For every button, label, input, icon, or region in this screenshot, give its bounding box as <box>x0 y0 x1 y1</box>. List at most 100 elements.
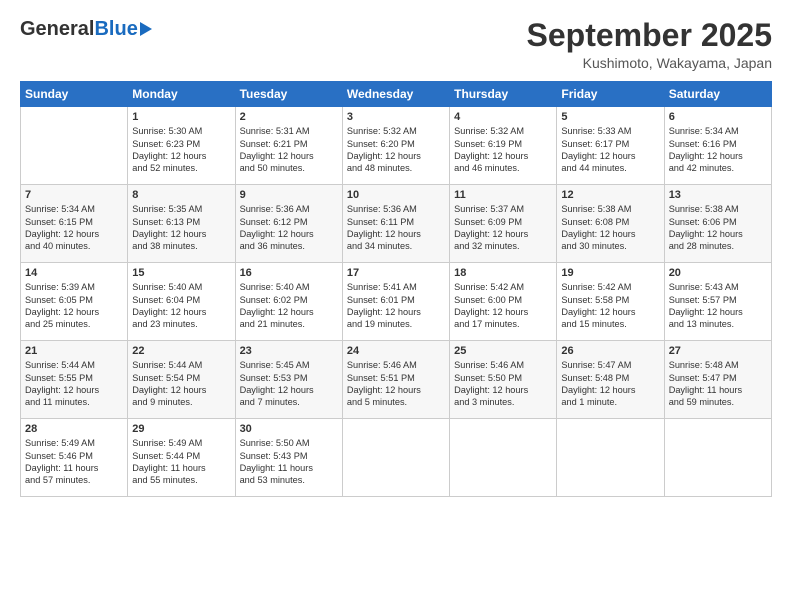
day-number: 13 <box>669 189 767 201</box>
day-info: Sunrise: 5:36 AM Sunset: 6:12 PM Dayligh… <box>240 203 338 253</box>
calendar-cell: 28 Sunrise: 5:49 AM Sunset: 5:46 PM Dayli… <box>21 419 128 497</box>
calendar-cell <box>342 419 449 497</box>
calendar-cell: 16 Sunrise: 5:40 AM Sunset: 6:02 PM Dayli… <box>235 263 342 341</box>
day-info: Sunrise: 5:34 AM Sunset: 6:16 PM Dayligh… <box>669 125 767 175</box>
weekday-header-row: SundayMondayTuesdayWednesdayThursdayFrid… <box>21 82 772 107</box>
day-info: Sunrise: 5:42 AM Sunset: 6:00 PM Dayligh… <box>454 281 552 331</box>
day-info: Sunrise: 5:43 AM Sunset: 5:57 PM Dayligh… <box>669 281 767 331</box>
calendar-table: SundayMondayTuesdayWednesdayThursdayFrid… <box>20 81 772 497</box>
day-number: 19 <box>561 267 659 279</box>
weekday-header-friday: Friday <box>557 82 664 107</box>
day-number: 1 <box>132 111 230 123</box>
calendar-cell: 6 Sunrise: 5:34 AM Sunset: 6:16 PM Daylig… <box>664 107 771 185</box>
calendar-cell: 25 Sunrise: 5:46 AM Sunset: 5:50 PM Dayli… <box>450 341 557 419</box>
weekday-header-saturday: Saturday <box>664 82 771 107</box>
day-number: 18 <box>454 267 552 279</box>
day-number: 22 <box>132 345 230 357</box>
day-number: 20 <box>669 267 767 279</box>
calendar-cell: 12 Sunrise: 5:38 AM Sunset: 6:08 PM Dayli… <box>557 185 664 263</box>
day-info: Sunrise: 5:37 AM Sunset: 6:09 PM Dayligh… <box>454 203 552 253</box>
day-number: 3 <box>347 111 445 123</box>
day-info: Sunrise: 5:42 AM Sunset: 5:58 PM Dayligh… <box>561 281 659 331</box>
calendar-week-row: 21 Sunrise: 5:44 AM Sunset: 5:55 PM Dayli… <box>21 341 772 419</box>
calendar-cell: 26Sunrise: 5:47 AM Sunset: 5:48 PM Dayli… <box>557 341 664 419</box>
calendar-cell: 13 Sunrise: 5:38 AM Sunset: 6:06 PM Dayli… <box>664 185 771 263</box>
calendar-cell <box>450 419 557 497</box>
weekday-header-wednesday: Wednesday <box>342 82 449 107</box>
calendar-title: September 2025 <box>527 18 772 53</box>
day-number: 25 <box>454 345 552 357</box>
day-number: 11 <box>454 189 552 201</box>
day-number: 29 <box>132 423 230 435</box>
day-number: 15 <box>132 267 230 279</box>
calendar-cell: 18 Sunrise: 5:42 AM Sunset: 6:00 PM Dayli… <box>450 263 557 341</box>
day-number: 27 <box>669 345 767 357</box>
day-info: Sunrise: 5:40 AM Sunset: 6:02 PM Dayligh… <box>240 281 338 331</box>
day-number: 4 <box>454 111 552 123</box>
day-info: Sunrise: 5:34 AM Sunset: 6:15 PM Dayligh… <box>25 203 123 253</box>
calendar-cell: 24 Sunrise: 5:46 AM Sunset: 5:51 PM Dayli… <box>342 341 449 419</box>
calendar-cell <box>557 419 664 497</box>
day-info: Sunrise: 5:44 AM Sunset: 5:54 PM Dayligh… <box>132 359 230 409</box>
calendar-cell: 14 Sunrise: 5:39 AM Sunset: 6:05 PM Dayli… <box>21 263 128 341</box>
day-number: 7 <box>25 189 123 201</box>
day-number: 23 <box>240 345 338 357</box>
day-number: 28 <box>25 423 123 435</box>
day-info: Sunrise: 5:41 AM Sunset: 6:01 PM Dayligh… <box>347 281 445 331</box>
day-info: Sunrise: 5:46 AM Sunset: 5:51 PM Dayligh… <box>347 359 445 409</box>
day-number: 2 <box>240 111 338 123</box>
calendar-cell <box>664 419 771 497</box>
logo-arrow-icon <box>140 22 152 36</box>
day-info: Sunrise: 5:38 AM Sunset: 6:08 PM Dayligh… <box>561 203 659 253</box>
day-info: Sunrise: 5:38 AM Sunset: 6:06 PM Dayligh… <box>669 203 767 253</box>
calendar-cell: 30 Sunrise: 5:50 AM Sunset: 5:43 PM Dayli… <box>235 419 342 497</box>
calendar-cell: 19 Sunrise: 5:42 AM Sunset: 5:58 PM Dayli… <box>557 263 664 341</box>
logo-blue-text: Blue <box>94 18 137 41</box>
calendar-cell <box>21 107 128 185</box>
calendar-cell: 21 Sunrise: 5:44 AM Sunset: 5:55 PM Dayli… <box>21 341 128 419</box>
day-info: Sunrise: 5:40 AM Sunset: 6:04 PM Dayligh… <box>132 281 230 331</box>
calendar-cell: 22 Sunrise: 5:44 AM Sunset: 5:54 PM Dayli… <box>128 341 235 419</box>
day-number: 10 <box>347 189 445 201</box>
day-number: 5 <box>561 111 659 123</box>
day-number: 12 <box>561 189 659 201</box>
day-number: 21 <box>25 345 123 357</box>
calendar-cell: 23 Sunrise: 5:45 AM Sunset: 5:53 PM Dayli… <box>235 341 342 419</box>
calendar-cell: 17Sunrise: 5:41 AM Sunset: 6:01 PM Dayli… <box>342 263 449 341</box>
logo-general-text: General <box>20 18 94 41</box>
day-number: 6 <box>669 111 767 123</box>
weekday-header-thursday: Thursday <box>450 82 557 107</box>
day-number: 24 <box>347 345 445 357</box>
calendar-week-row: 7 Sunrise: 5:34 AM Sunset: 6:15 PM Daylig… <box>21 185 772 263</box>
day-number: 30 <box>240 423 338 435</box>
title-block: September 2025 Kushimoto, Wakayama, Japa… <box>527 18 772 71</box>
calendar-cell: 3 Sunrise: 5:32 AM Sunset: 6:20 PM Daylig… <box>342 107 449 185</box>
day-info: Sunrise: 5:35 AM Sunset: 6:13 PM Dayligh… <box>132 203 230 253</box>
calendar-cell: 29 Sunrise: 5:49 AM Sunset: 5:44 PM Dayli… <box>128 419 235 497</box>
day-info: Sunrise: 5:32 AM Sunset: 6:20 PM Dayligh… <box>347 125 445 175</box>
calendar-cell: 4Sunrise: 5:32 AM Sunset: 6:19 PM Daylig… <box>450 107 557 185</box>
calendar-cell: 20 Sunrise: 5:43 AM Sunset: 5:57 PM Dayli… <box>664 263 771 341</box>
day-number: 16 <box>240 267 338 279</box>
calendar-cell: 10Sunrise: 5:36 AM Sunset: 6:11 PM Dayli… <box>342 185 449 263</box>
day-info: Sunrise: 5:46 AM Sunset: 5:50 PM Dayligh… <box>454 359 552 409</box>
calendar-cell: 2Sunrise: 5:31 AM Sunset: 6:21 PM Daylig… <box>235 107 342 185</box>
day-number: 9 <box>240 189 338 201</box>
calendar-cell: 7 Sunrise: 5:34 AM Sunset: 6:15 PM Daylig… <box>21 185 128 263</box>
day-number: 14 <box>25 267 123 279</box>
calendar-subtitle: Kushimoto, Wakayama, Japan <box>527 55 772 71</box>
day-info: Sunrise: 5:49 AM Sunset: 5:46 PM Dayligh… <box>25 437 123 487</box>
weekday-header-monday: Monday <box>128 82 235 107</box>
day-info: Sunrise: 5:45 AM Sunset: 5:53 PM Dayligh… <box>240 359 338 409</box>
day-info: Sunrise: 5:44 AM Sunset: 5:55 PM Dayligh… <box>25 359 123 409</box>
day-info: Sunrise: 5:50 AM Sunset: 5:43 PM Dayligh… <box>240 437 338 487</box>
calendar-week-row: 28 Sunrise: 5:49 AM Sunset: 5:46 PM Dayli… <box>21 419 772 497</box>
day-info: Sunrise: 5:39 AM Sunset: 6:05 PM Dayligh… <box>25 281 123 331</box>
logo: General Blue <box>20 18 152 41</box>
day-info: Sunrise: 5:47 AM Sunset: 5:48 PM Dayligh… <box>561 359 659 409</box>
header: General Blue September 2025 Kushimoto, W… <box>20 18 772 71</box>
calendar-week-row: 1Sunrise: 5:30 AM Sunset: 6:23 PM Daylig… <box>21 107 772 185</box>
day-info: Sunrise: 5:49 AM Sunset: 5:44 PM Dayligh… <box>132 437 230 487</box>
calendar-week-row: 14 Sunrise: 5:39 AM Sunset: 6:05 PM Dayli… <box>21 263 772 341</box>
calendar-cell: 27Sunrise: 5:48 AM Sunset: 5:47 PM Dayli… <box>664 341 771 419</box>
